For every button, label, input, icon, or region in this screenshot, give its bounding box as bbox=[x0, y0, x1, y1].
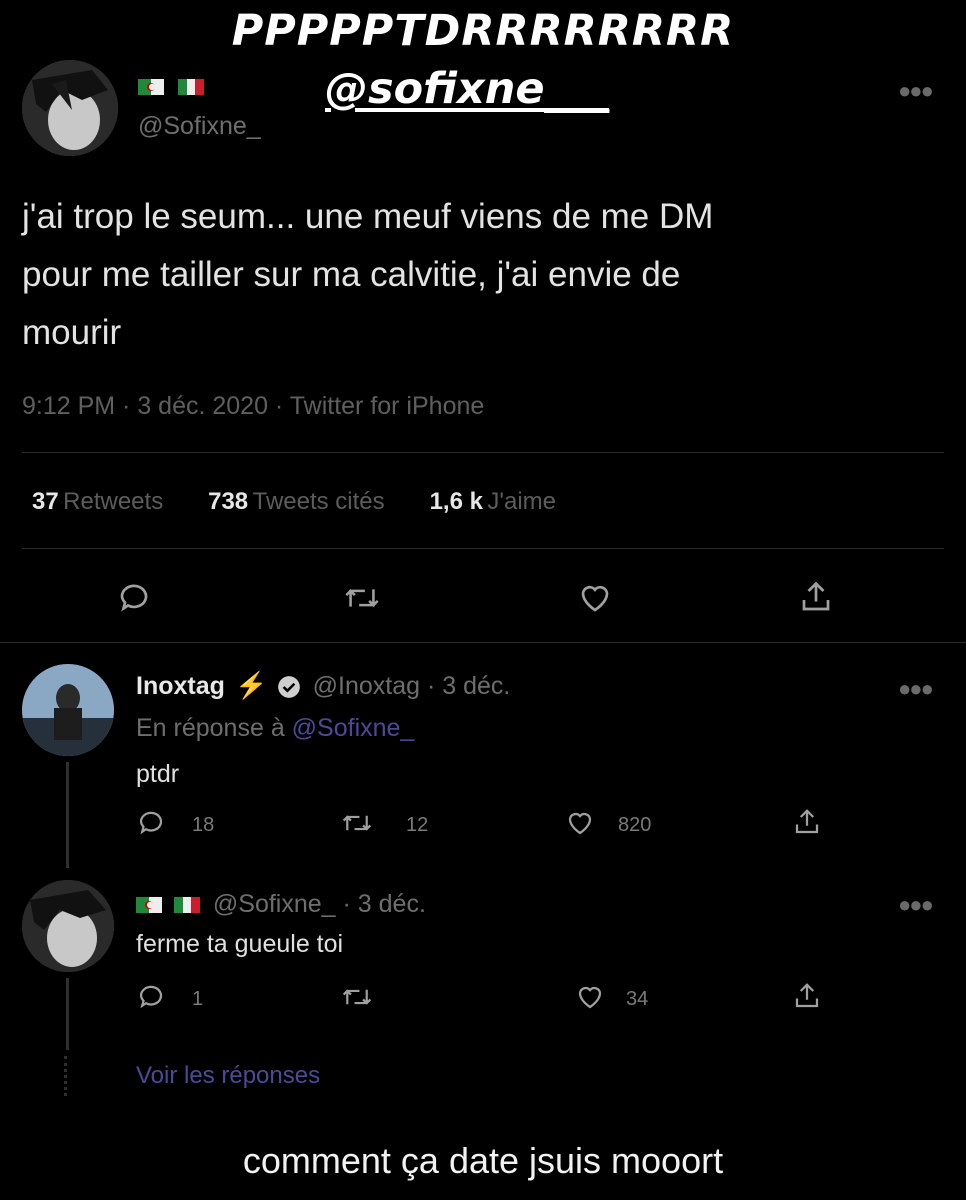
overlay-handle: @sofixne___ bbox=[325, 64, 609, 114]
like-icon[interactable] bbox=[576, 580, 614, 621]
reply-text: ptdr bbox=[136, 760, 180, 788]
share-icon[interactable] bbox=[798, 578, 834, 621]
overlay-title: PPPPPTDRRRRRRRR bbox=[231, 6, 735, 56]
divider bbox=[0, 642, 966, 643]
reply-avatar[interactable] bbox=[22, 880, 114, 972]
likes-count[interactable]: 1,6 k bbox=[430, 488, 483, 515]
reply-count: 18 bbox=[192, 814, 215, 836]
reply-icon[interactable] bbox=[116, 580, 152, 621]
thread-line bbox=[66, 978, 69, 1050]
bottom-caption: comment ça date jsuis mooort bbox=[242, 1140, 724, 1181]
likes-label[interactable]: J'aime bbox=[487, 488, 556, 515]
main-flags bbox=[138, 78, 205, 96]
like-icon[interactable] bbox=[574, 982, 606, 1017]
tweet-meta: 9:12 PM · 3 déc. 2020 · Twitter for iPho… bbox=[22, 392, 485, 420]
flag-italy-icon bbox=[178, 78, 205, 95]
flag-algeria-icon bbox=[136, 896, 162, 913]
tweet-line: j'ai trop le seum... une meuf viens de m… bbox=[22, 197, 714, 236]
reply-more-icon[interactable]: ●●● bbox=[898, 892, 934, 918]
reply-icon[interactable] bbox=[136, 808, 166, 843]
like-icon[interactable] bbox=[564, 808, 596, 843]
quotes-label[interactable]: Tweets cités bbox=[253, 488, 385, 515]
retweet-icon[interactable] bbox=[340, 808, 374, 843]
reply-to-prefix: En réponse à bbox=[136, 714, 292, 742]
reply-name[interactable]: Inoxtag bbox=[136, 672, 225, 700]
reply-handle-date: @Inoxtag · 3 déc. bbox=[312, 672, 511, 700]
share-icon[interactable] bbox=[792, 806, 822, 843]
reply-header: @Sofixne_ · 3 déc. bbox=[136, 890, 426, 919]
divider bbox=[22, 548, 944, 549]
main-handle[interactable]: @Sofixne_ bbox=[138, 112, 261, 141]
retweet-count: 12 bbox=[406, 814, 429, 836]
reply-count: 1 bbox=[192, 988, 204, 1010]
reply-actions: 18 12 820 bbox=[136, 808, 836, 842]
stats-row: 37 Retweets 738 Tweets cités 1,6 k J'aim… bbox=[32, 488, 556, 516]
main-avatar[interactable] bbox=[22, 60, 118, 156]
share-icon[interactable] bbox=[792, 980, 822, 1017]
reply-actions: 1 34 bbox=[136, 982, 836, 1016]
flag-italy-icon bbox=[174, 896, 201, 913]
main-tweet-text: j'ai trop le seum... une meuf viens de m… bbox=[22, 188, 942, 362]
like-count: 820 bbox=[618, 814, 652, 836]
reply-to-link[interactable]: @Sofixne_ bbox=[292, 714, 415, 742]
divider bbox=[22, 452, 944, 453]
main-more-icon[interactable]: ●●● bbox=[898, 78, 934, 104]
thread-line bbox=[66, 762, 69, 868]
see-replies-link[interactable]: Voir les réponses bbox=[136, 1062, 320, 1090]
tweet-line: mourir bbox=[22, 313, 122, 352]
reply-to-line: En réponse à @Sofixne_ bbox=[136, 714, 414, 743]
quotes-count[interactable]: 738 bbox=[208, 488, 248, 515]
retweet-icon[interactable] bbox=[342, 580, 382, 621]
tweet-line: pour me tailler sur ma calvitie, j'ai en… bbox=[22, 255, 681, 294]
verified-icon bbox=[276, 674, 302, 705]
reply-more-icon[interactable]: ●●● bbox=[898, 676, 934, 702]
retweet-icon[interactable] bbox=[340, 982, 374, 1017]
reply-avatar[interactable] bbox=[22, 664, 114, 756]
like-count: 34 bbox=[626, 988, 649, 1010]
lightning-icon: ⚡ bbox=[235, 670, 268, 700]
reply-thread-dots bbox=[64, 1056, 73, 1096]
reply-icon[interactable] bbox=[136, 982, 166, 1017]
retweets-label[interactable]: Retweets bbox=[63, 488, 163, 515]
reply-handle-date: @Sofixne_ · 3 déc. bbox=[212, 890, 426, 918]
flag-algeria-icon bbox=[138, 78, 164, 95]
reply-text: ferme ta gueule toi bbox=[136, 930, 344, 958]
retweets-count[interactable]: 37 bbox=[32, 488, 59, 515]
reply-header: Inoxtag ⚡ @Inoxtag · 3 déc. bbox=[136, 670, 510, 705]
